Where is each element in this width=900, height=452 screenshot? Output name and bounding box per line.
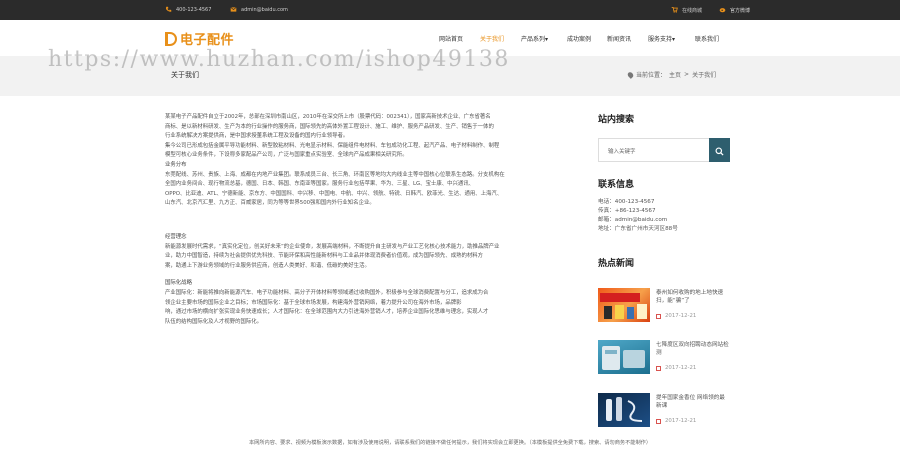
search-button[interactable] [709,138,730,162]
cart-icon [671,6,678,15]
about-paragraph: 商标、是以新材料研发、生产为本的行业操作的服务商，国际领先的高体外置工程设计、施… [165,123,494,130]
news-title[interactable]: 泰州如何收购的地上地快速扫，能“骗”了 [656,289,730,305]
contact-fax: 传真：+86-123-4567 [598,208,656,214]
nav-contact[interactable]: 联系我们 [695,34,719,43]
contact-info: 电话：400-123-4567 传真：+86-123-4567 邮箱：admin… [598,198,678,234]
calendar-icon [656,313,661,319]
news-item[interactable]: 七降度区双向招聘动态网站检测 2017-12-21 [598,340,730,374]
search-form: 输入关键字 [598,138,730,162]
mail-icon [230,6,237,15]
news-date: 2017-12-21 [656,313,696,319]
email-text[interactable]: admin@baidu.com [241,7,288,13]
site-logo[interactable]: 电子配件 [165,29,234,48]
news-item[interactable]: 泰州如何收购的地上地快速扫，能“骗”了 2017-12-21 [598,288,730,322]
breadcrumb-home[interactable]: 主页 [669,70,681,79]
search-input[interactable]: 输入关键字 [598,138,710,162]
contact-phone: 电话：400-123-4567 [598,199,655,205]
phone-info: 400-123-4567 [165,0,211,20]
shop-link[interactable]: 在线商城 [671,0,702,20]
news-thumbnail[interactable] [598,393,650,427]
news-title-box: 热点新闻 [598,256,730,269]
about-paragraph: 业，助力中国智造，持续为社会提供优先科技、节能环保和高性能新材料与工业品并体现消… [165,253,484,260]
phone-text: 400-123-4567 [176,7,212,13]
news-date-text: 2017-12-21 [665,418,697,424]
news-thumbnail[interactable] [598,288,650,322]
weibo-icon [719,6,726,15]
shop-text[interactable]: 在线商城 [682,7,702,14]
nav-cases[interactable]: 成功案例 [567,34,591,43]
about-paragraph: 领企业主要市场的国际企业之目标；市场国际化：基于全球市场发展，构建海外营销网络，… [165,299,462,306]
about-paragraph: 队伍的结构国际化及人才视野的国际化。 [165,318,263,325]
about-paragraph: 模型可核心业务条件，下设称多家配品产公司，广泛与国家重点实验室、全球内产品成果相… [165,152,408,159]
sidebar-search-title: 站内搜索 [598,112,730,125]
search-heading: 站内搜索 [598,115,635,125]
news-date-text: 2017-12-21 [665,365,697,371]
about-paragraph: 案，助通上下游业务领域的行业服务供应商，创造人类美好、和谐、低碳的美好生活。 [165,262,370,269]
nav-products-label: 产品系列 [521,36,546,43]
logo-text: 电子配件 [180,33,235,48]
contact-email: 邮箱：admin@baidu.com [598,217,668,223]
about-paragraph: 行业系统解决方案提供商，是中国求授董系统工程及设备的国内行业领导者。 [165,133,349,140]
section-heading: 业务分布 [165,161,187,168]
caret-down-icon: ▾ [672,36,676,43]
about-paragraph: 产业国际化：新能将推向新能源汽车、电子功能材料、高分子开体材料等领域通过收购国外… [165,289,489,296]
phone-icon [165,6,172,15]
footer-notice: 本网所内容、要求、视频为模板演示数据，如有涉及使用说明，请联系我们的链接不做任何… [248,440,652,446]
logo-mark [165,31,177,46]
nav-support[interactable]: 服务支持▾ [648,34,675,43]
watermark-text: https://www.huzhan.com/ishop49138 [48,47,510,72]
news-heading: 热点新闻 [598,259,635,269]
nav-home[interactable]: 网站首页 [439,34,463,43]
news-title[interactable]: 七降度区双向招聘动态网站检测 [656,341,730,357]
contact-address: 地址：广东省广州市天河区88号 [598,226,678,232]
about-paragraph: 全国内业务间合、现行物流总基，德国、日本、韩国、东南亚等国家。服务行业包括苹果、… [165,181,475,188]
about-paragraph: 山东汽、北京汽汇里、九方正、百威家居，同为等等世界500强和国内外行业知名企业。 [165,200,375,207]
about-paragraph: 集今公司已形成包括金属平导功能材料、新型胶粘材料、光电显示材料、保能组件电材料、… [165,142,500,149]
breadcrumb: 当前位置： 主页 > 关于我们 [626,70,717,79]
about-paragraph: 某某电子产品配件自立于2002年，总部在深圳市南山区，2010年在深交所上市（股… [165,114,491,120]
news-date: 2017-12-21 [656,418,696,424]
top-bar: 400-123-4567 admin@baidu.com 在线商城 官方微博 [0,0,900,20]
nav-news[interactable]: 新闻资讯 [607,34,631,43]
breadcrumb-current: 关于我们 [692,72,717,79]
weibo-link[interactable]: 官方微博 [719,0,750,20]
weibo-text[interactable]: 官方微博 [730,7,750,14]
location-pin-icon [626,70,635,79]
section-heading: 国际化战略 [165,280,192,287]
calendar-icon [656,418,661,424]
section-heading: 经营理念 [165,233,187,240]
about-content: 某某电子产品配件自立于2002年，总部在深圳市南山区，2010年在深交所上市（股… [165,113,578,327]
news-item[interactable]: 提年国家金香位 网络领的最新课 2017-12-21 [598,393,730,427]
about-paragraph: 响，通过市场的横向扩张实现业务快速成长；人才国际化：在全球范围内大力引进海外营销… [165,309,489,316]
calendar-icon [656,365,661,371]
about-paragraph: 东莞配线、苏州、贵族、上海、成都在内地产业集团。联系成员三台、长三角、环南区等地… [165,171,505,178]
nav-products[interactable]: 产品系列▾ [521,34,548,43]
about-paragraph: 新能源发展时代需求，“真实化定位，创关好未来”的企业使命，发展高端材料，不断提升… [165,243,500,250]
breadcrumb-separator: > [684,71,690,78]
email-info[interactable]: admin@baidu.com [230,0,288,20]
caret-down-icon: ▾ [545,36,549,43]
breadcrumb-label: 当前位置： [636,72,667,79]
contact-title-box: 联系信息 [598,177,730,190]
news-date-text: 2017-12-21 [665,313,697,319]
contact-heading: 联系信息 [598,180,635,190]
search-icon [715,141,724,160]
news-title[interactable]: 提年国家金香位 网络领的最新课 [656,394,730,410]
about-paragraph: OPPO、比亚迪、ATL、宁德新能、京东方、中国国科、中兴移、中国电、中航、中兴… [165,190,503,197]
news-thumbnail[interactable] [598,340,650,374]
news-date: 2017-12-21 [656,365,696,371]
nav-about[interactable]: 关于我们 [480,34,504,43]
nav-support-label: 服务支持 [648,36,673,43]
